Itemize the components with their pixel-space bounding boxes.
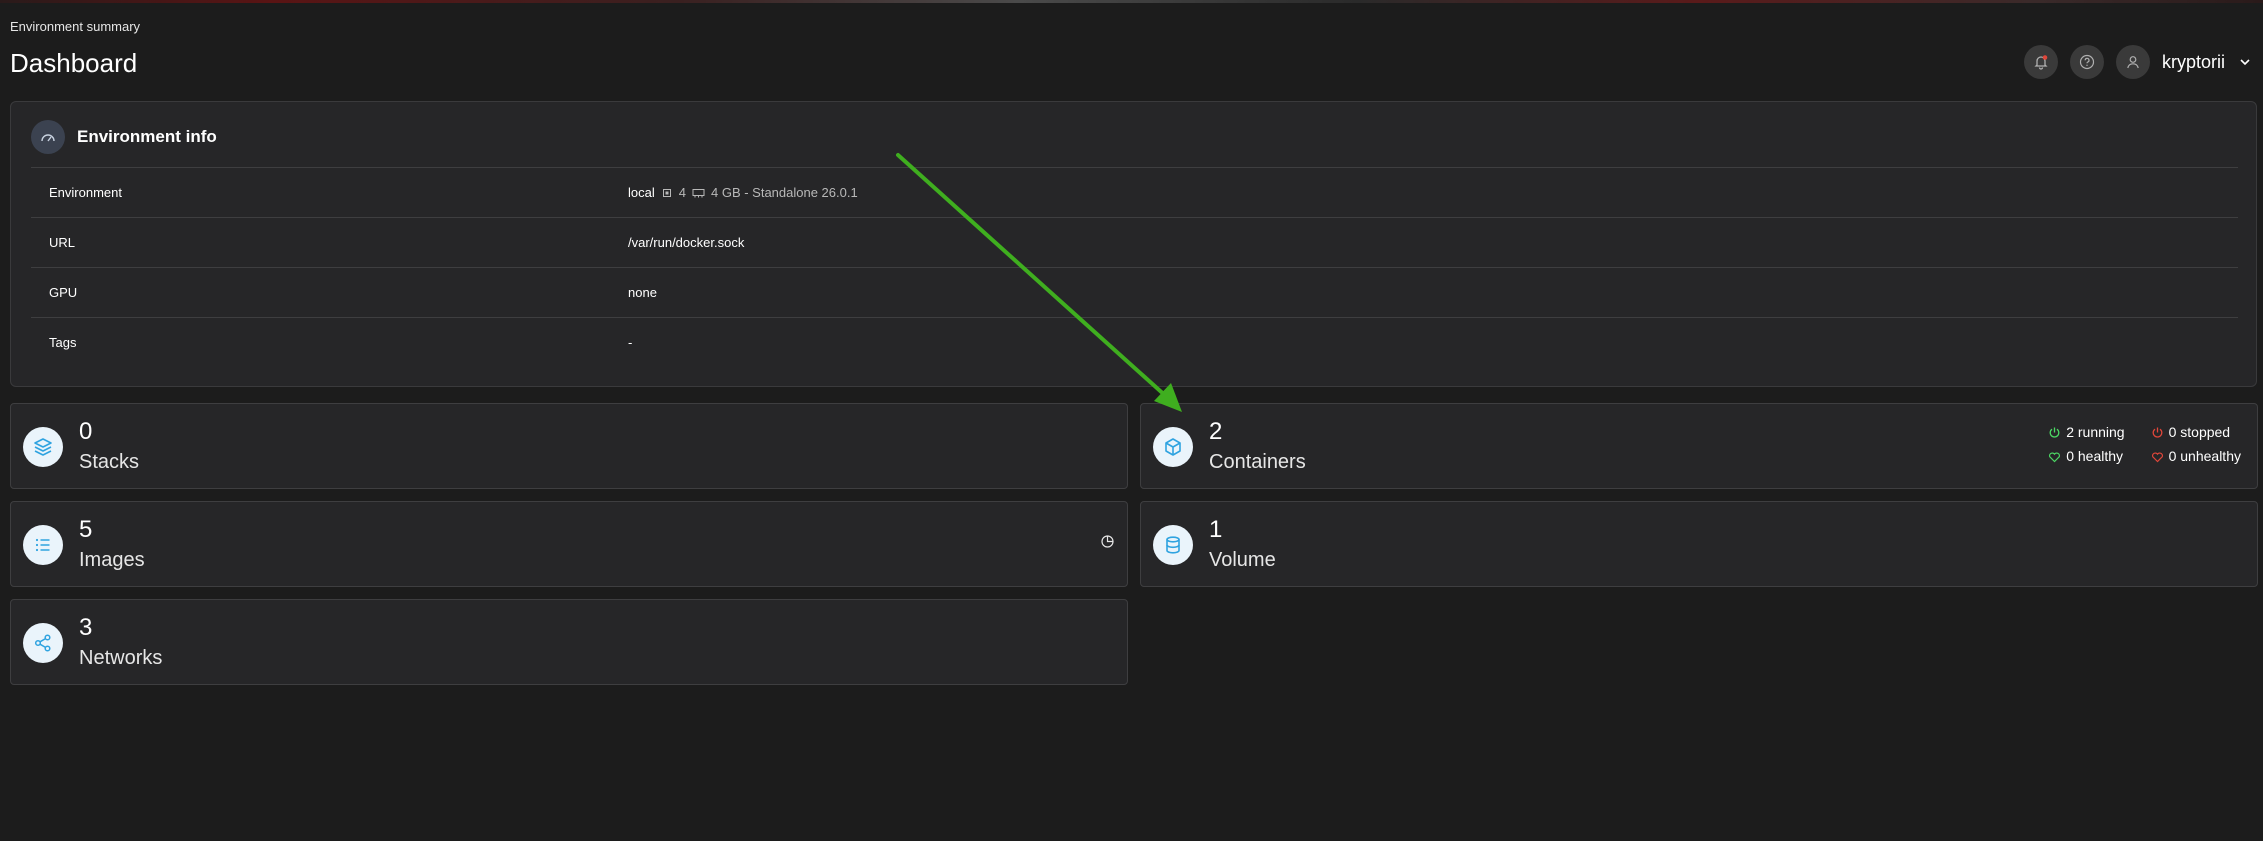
healthy-count: 0 healthy — [2066, 448, 2124, 464]
cpu-count: 4 — [678, 185, 686, 200]
cpu-icon — [662, 188, 671, 197]
heart-icon — [2049, 451, 2061, 462]
healthy-stat: 0 healthy — [2048, 448, 2124, 464]
running-count: 2 running — [2066, 424, 2125, 440]
disk-usage-button[interactable] — [1100, 534, 1115, 554]
env-row-tags: Tags - — [31, 317, 2238, 367]
power-icon — [2049, 427, 2060, 438]
breadcrumb: Environment summary — [10, 19, 141, 34]
networks-card[interactable]: 3 Networks — [10, 599, 1128, 685]
unhealthy-stat: 0 unhealthy — [2151, 448, 2241, 464]
stopped-count: 0 stopped — [2168, 424, 2231, 440]
networks-count: 3 — [79, 614, 93, 641]
containers-count: 2 — [1209, 418, 1223, 445]
box-icon — [1153, 427, 1193, 467]
environment-info-header: Environment info — [31, 120, 217, 154]
avatar[interactable] — [2115, 45, 2150, 79]
power-off-icon — [2152, 427, 2162, 438]
environment-info-title: Environment info — [77, 127, 217, 146]
memory-info: 4 GB - Standalone 26.0.1 — [710, 185, 858, 200]
images-card[interactable]: 5 Images — [10, 501, 1128, 587]
gauge-icon — [31, 120, 65, 154]
env-key: GPU — [49, 285, 78, 300]
env-key: Tags — [49, 335, 77, 350]
memory-icon — [692, 188, 705, 197]
notifications-button[interactable] — [2023, 45, 2058, 79]
help-icon — [2079, 54, 2095, 70]
env-name: local — [628, 185, 655, 200]
env-value: - — [628, 335, 633, 350]
user-name[interactable]: kryptorii — [2162, 52, 2225, 73]
running-stat: 2 running — [2048, 424, 2125, 440]
containers-card[interactable]: 2 Containers 2 running 0 stopped 0 healt… — [1140, 403, 2258, 489]
unhealthy-count: 0 unhealthy — [2168, 448, 2241, 464]
volume-label: Volume — [1209, 549, 1276, 571]
pie-chart-icon — [1101, 535, 1114, 548]
containers-stats: 2 running 0 stopped 0 healthy 0 unhealth… — [2048, 424, 2241, 464]
list-icon — [23, 525, 63, 565]
containers-label: Containers — [1209, 451, 1306, 473]
volume-card[interactable]: 1 Volume — [1140, 501, 2258, 587]
database-icon — [1153, 525, 1193, 565]
env-row-gpu: GPU none — [31, 267, 2238, 317]
env-value: local 4 4 GB - Standalone 26.0.1 — [628, 185, 858, 200]
stopped-stat: 0 stopped — [2151, 424, 2241, 440]
environment-info-table: Environment local 4 4 GB - Standalone 26… — [31, 167, 2238, 367]
env-row-url: URL /var/run/docker.sock — [31, 217, 2238, 267]
header-actions: kryptorii — [2023, 45, 2253, 79]
env-row-environment: Environment local 4 4 GB - Standalone 26… — [31, 167, 2238, 217]
share-icon — [23, 623, 63, 663]
chevron-down-icon[interactable] — [2237, 54, 2253, 70]
top-strip — [0, 0, 2263, 3]
layers-icon — [23, 427, 63, 467]
heart-broken-icon — [2151, 451, 2163, 462]
bell-icon — [2034, 55, 2048, 70]
stacks-card[interactable]: 0 Stacks — [10, 403, 1128, 489]
page-title: Dashboard — [10, 48, 138, 78]
images-count: 5 — [79, 516, 93, 543]
env-key: URL — [49, 235, 76, 250]
user-icon — [2127, 56, 2139, 69]
env-value: none — [628, 285, 657, 300]
stacks-label: Stacks — [79, 451, 140, 473]
stacks-count: 0 — [79, 418, 93, 445]
volume-count: 1 — [1209, 516, 1223, 543]
env-key: Environment — [49, 185, 122, 200]
env-value: /var/run/docker.sock — [628, 235, 745, 250]
images-label: Images — [79, 549, 145, 571]
help-button[interactable] — [2069, 45, 2104, 79]
environment-info-panel: Environment info Environment local 4 4 G… — [10, 101, 2257, 387]
networks-label: Networks — [79, 647, 163, 669]
